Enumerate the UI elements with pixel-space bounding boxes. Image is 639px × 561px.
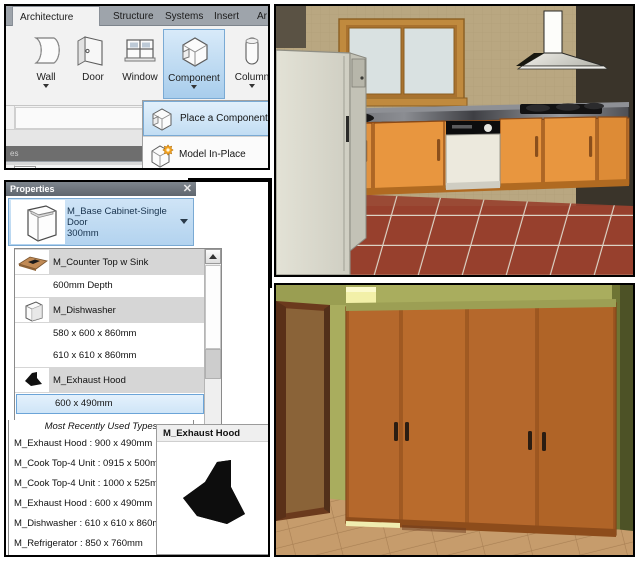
tab-insert[interactable]: Insert	[207, 7, 246, 26]
close-icon[interactable]: ✕	[183, 183, 192, 195]
view-title-fragment: es	[10, 149, 19, 158]
list-item-type[interactable]: 610 x 610 x 860mm	[15, 345, 205, 367]
scrollbar-track[interactable]	[205, 265, 221, 349]
type-selector[interactable]: M_Base Cabinet-Single Door 300mm	[8, 198, 194, 246]
wardrobe-render	[276, 285, 633, 555]
type-selector-text: M_Base Cabinet-Single Door 300mm	[67, 206, 193, 239]
tab-structure-label: Structure	[113, 11, 154, 22]
ribbon-button-component-label: Component	[168, 73, 220, 84]
model-in-place-icon	[147, 142, 175, 168]
menu-item-place-a-component[interactable]: Place a Component	[143, 101, 268, 136]
mru-item-label: M_Exhaust Hood : 600 x 490mm	[14, 498, 153, 509]
ribbon-button-component[interactable]: Component	[163, 29, 225, 99]
component-icon	[164, 33, 224, 73]
scroll-up-icon[interactable]	[205, 249, 221, 264]
list-item-type-label: 600 x 490mm	[55, 398, 113, 409]
chevron-down-icon[interactable]	[43, 84, 49, 88]
exhaust-hood-preview	[157, 442, 268, 555]
mru-item-label: M_Cook Top-4 Unit : 1000 x 525mm	[14, 478, 166, 489]
list-item-family-label: M_Counter Top w Sink	[53, 256, 149, 268]
list-item-family[interactable]: M_Counter Top w Sink	[15, 249, 205, 275]
tab-architecture[interactable]: Architecture	[12, 6, 100, 27]
tab-annotate-label: Ar	[257, 11, 267, 22]
type-selector-size: 300mm	[67, 227, 99, 239]
tab-architecture-label: Architecture	[20, 12, 74, 23]
preview-tooltip: M_Exhaust Hood	[156, 424, 268, 555]
list-item-family[interactable]: M_Exhaust Hood	[15, 367, 205, 393]
type-list-scrollbar[interactable]	[204, 249, 221, 425]
properties-title-label: Properties	[10, 184, 55, 194]
wardrobe-3d-view[interactable]	[274, 283, 635, 557]
scrollbar-thumb[interactable]	[205, 349, 221, 379]
menu-item-model-in-place-label: Model In-Place	[179, 149, 246, 160]
ribbon-button-column[interactable]: Column	[228, 29, 270, 99]
mini-input-field[interactable]	[14, 166, 36, 168]
tab-systems-label: Systems	[165, 11, 204, 22]
list-item-type[interactable]: 580 x 600 x 860mm	[15, 323, 205, 345]
ribbon-button-column-label: Column	[234, 72, 270, 83]
component-dropdown-menu: Place a Component Model In-Place	[142, 100, 268, 168]
list-item-type-label: 580 x 600 x 860mm	[53, 328, 137, 339]
list-item-family-label: M_Dishwasher	[53, 304, 116, 316]
ribbon-tabstrip: Architecture Structure Systems Insert Ar	[6, 6, 268, 27]
properties-title-bar: Properties ✕	[6, 182, 196, 196]
ribbon-button-door[interactable]: Door	[69, 29, 117, 99]
chevron-down-icon[interactable]	[180, 219, 188, 224]
ribbon-button-window[interactable]: Window	[116, 29, 164, 99]
mru-item-label: M_Exhaust Hood : 900 x 490mm	[14, 438, 153, 449]
door-icon	[69, 32, 117, 72]
tab-systems[interactable]: Systems	[158, 7, 210, 26]
list-item-family-label: M_Exhaust Hood	[53, 374, 126, 386]
list-item-family[interactable]: M_Dishwasher	[15, 297, 205, 323]
ribbon-body: Wall Door Window Component Column	[6, 26, 268, 106]
tab-insert-label: Insert	[214, 11, 240, 22]
mru-item-label: M_Cook Top-4 Unit : 0915 x 500mm	[14, 458, 166, 469]
type-list-rows: M_Counter Top w Sink 600mm Depth M_Dishw…	[15, 249, 205, 425]
mru-item-label: M_Dishwasher : 610 x 610 x 860mm	[14, 518, 169, 529]
kitchen-render	[276, 6, 633, 275]
ribbon-button-wall[interactable]: Wall	[22, 29, 70, 99]
column-icon	[228, 32, 268, 72]
chevron-down-icon[interactable]	[191, 85, 197, 89]
list-item-type[interactable]: 600mm Depth	[15, 275, 205, 297]
dishwasher-icon	[15, 298, 49, 322]
preview-tooltip-title: M_Exhaust Hood	[157, 425, 268, 442]
app-window: Architecture Structure Systems Insert Ar	[0, 0, 639, 561]
type-selector-family: M_Base Cabinet-Single Door	[67, 205, 167, 228]
menu-item-place-a-component-label: Place a Component	[180, 113, 268, 124]
window-icon	[116, 32, 164, 72]
base-cabinet-icon	[11, 200, 65, 244]
ribbon-inner: Architecture Structure Systems Insert Ar	[6, 6, 268, 168]
ribbon-button-wall-label: Wall	[36, 72, 56, 83]
type-list[interactable]: M_Counter Top w Sink 600mm Depth M_Dishw…	[14, 248, 222, 426]
kitchen-scene	[276, 6, 633, 275]
component-icon	[148, 106, 176, 132]
tab-structure[interactable]: Structure	[106, 7, 161, 26]
list-item-type-selected[interactable]: 600 x 490mm	[16, 394, 204, 414]
properties-panel: Properties ✕ M_Base Cabinet-Single Door …	[4, 180, 270, 557]
ribbon-button-door-label: Door	[82, 72, 104, 83]
wall-icon	[22, 32, 70, 72]
list-item-type-label: 600mm Depth	[53, 280, 113, 291]
ribbon-panel: Architecture Structure Systems Insert Ar	[4, 4, 270, 170]
menu-item-model-in-place[interactable]: Model In-Place	[143, 137, 268, 168]
kitchen-3d-view[interactable]	[274, 4, 635, 277]
tab-annotate[interactable]: Ar	[250, 7, 268, 26]
chevron-down-icon[interactable]	[249, 84, 255, 88]
counter-top-sink-icon	[15, 250, 49, 274]
list-item-type-label: 610 x 610 x 860mm	[53, 350, 137, 361]
wardrobe-scene	[276, 285, 633, 555]
ribbon-button-window-label: Window	[122, 72, 158, 83]
exhaust-hood-icon	[15, 368, 49, 392]
mru-item-label: M_Refrigerator : 850 x 760mm	[14, 538, 143, 549]
